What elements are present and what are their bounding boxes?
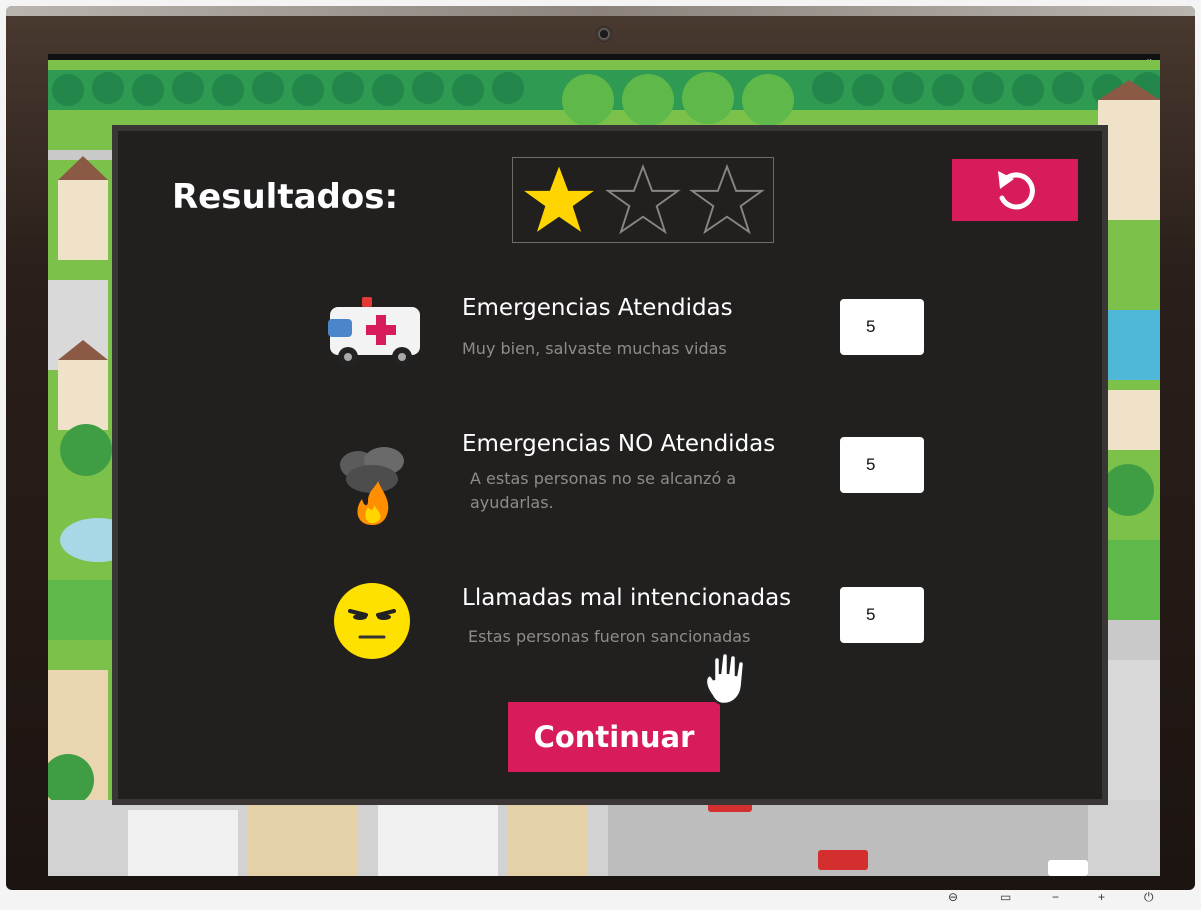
value-box-not-attended: 5	[840, 437, 924, 493]
row-subtitle-not-attended: A estas personas no se alcanzó a ayudarl…	[470, 467, 736, 515]
game-screen: _ ▫ ×	[48, 54, 1160, 876]
monitor-controls: ⊖ ▭ − + ⏻	[940, 888, 1170, 908]
star-rating	[512, 157, 774, 243]
webcam-icon	[596, 26, 612, 42]
star-empty-icon	[689, 163, 765, 235]
value-box-attended: 5	[840, 299, 924, 355]
settings-icon[interactable]: ⊖	[948, 890, 958, 904]
continue-button[interactable]: Continuar	[508, 702, 720, 772]
minus-icon[interactable]: −	[1052, 890, 1059, 904]
monitor-top-edge	[6, 6, 1195, 16]
hand-cursor-icon	[704, 652, 746, 706]
fire-icon	[340, 447, 404, 525]
restart-icon	[998, 171, 1035, 210]
value-box-malicious-calls: 5	[840, 587, 924, 643]
plus-icon[interactable]: +	[1098, 890, 1105, 904]
window-icon[interactable]: ▭	[1000, 890, 1011, 904]
row-subtitle-not-attended-line1: A estas personas no se alcanzó a	[470, 469, 737, 488]
results-dialog: Resultados: Emergencias Atendidas Muy bi…	[112, 125, 1108, 805]
row-subtitle-attended: Muy bien, salvaste muchas vidas	[462, 339, 727, 358]
restart-button[interactable]	[952, 159, 1078, 221]
row-title-malicious-calls: Llamadas mal intencionadas	[462, 585, 792, 611]
row-subtitle-malicious-calls: Estas personas fueron sancionadas	[468, 627, 751, 646]
ambulance-icon	[328, 297, 420, 367]
results-title: Resultados:	[172, 177, 399, 217]
row-subtitle-not-attended-line2: ayudarlas.	[470, 493, 554, 512]
star-filled-icon	[524, 166, 594, 232]
star-empty-icon	[605, 163, 681, 235]
annoyed-face-icon	[334, 583, 410, 659]
power-icon[interactable]: ⏻	[1144, 890, 1154, 905]
row-title-not-attended: Emergencias NO Atendidas	[462, 431, 776, 457]
row-title-attended: Emergencias Atendidas	[462, 295, 733, 321]
